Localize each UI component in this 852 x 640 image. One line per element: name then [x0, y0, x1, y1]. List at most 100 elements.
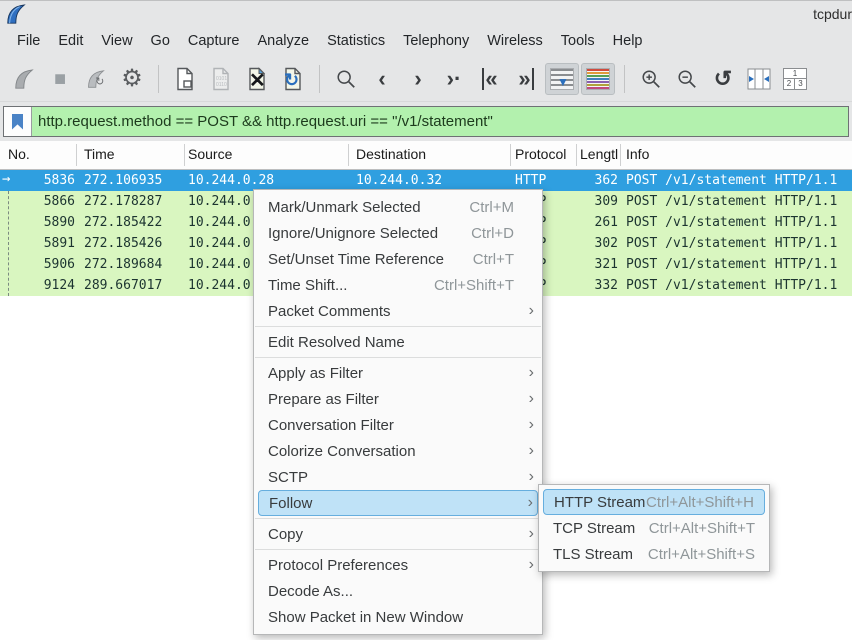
submenu-item-http-stream[interactable]: HTTP StreamCtrl+Alt+Shift+H: [543, 489, 765, 515]
column-header-info[interactable]: Info: [626, 146, 649, 162]
display-filter-input[interactable]: [32, 107, 848, 136]
menu-go[interactable]: Go: [142, 29, 179, 53]
cell-info: POST /v1/statement HTTP/1.1: [626, 257, 837, 272]
menu-help[interactable]: Help: [604, 29, 652, 53]
last-packet-icon: »: [518, 68, 533, 90]
menu-capture[interactable]: Capture: [179, 29, 249, 53]
open-file-button[interactable]: [168, 63, 202, 95]
cell-length: 362: [576, 173, 618, 188]
column-divider[interactable]: [620, 144, 621, 166]
menu-item-copy[interactable]: Copy›: [254, 521, 542, 547]
cell-source: 10.244.0.: [188, 257, 258, 272]
menu-analyze[interactable]: Analyze: [248, 29, 318, 53]
menu-telephony[interactable]: Telephony: [394, 29, 478, 53]
cell-no: 5866: [0, 194, 75, 209]
toolbar-separator: [158, 65, 159, 93]
menu-item-conversation-filter[interactable]: Conversation Filter›: [254, 412, 542, 438]
menu-item-decode-as[interactable]: Decode As...: [254, 578, 542, 604]
cell-destination: 10.244.0.32: [356, 173, 442, 188]
submenu-item-tcp-stream[interactable]: TCP StreamCtrl+Alt+Shift+T: [539, 515, 769, 541]
column-header-length[interactable]: Lengtl: [580, 146, 618, 162]
menu-statistics[interactable]: Statistics: [318, 29, 394, 53]
submenu-item-tls-stream[interactable]: TLS StreamCtrl+Alt+Shift+S: [539, 541, 769, 567]
cell-time: 272.189684: [84, 257, 162, 272]
menu-item-label: Conversation Filter: [268, 417, 394, 434]
menu-bar: File Edit View Go Capture Analyze Statis…: [0, 26, 852, 56]
submenu-arrow-icon: ›: [520, 557, 534, 573]
reload-file-icon: ↻: [282, 67, 304, 91]
capture-options-button[interactable]: ⚙: [115, 63, 149, 95]
first-packet-button[interactable]: «: [473, 63, 507, 95]
menu-wireless[interactable]: Wireless: [478, 29, 552, 53]
menu-item-ignore-unignore[interactable]: Ignore/Unignore SelectedCtrl+D: [254, 220, 542, 246]
column-divider[interactable]: [576, 144, 577, 166]
restart-capture-button[interactable]: ↻: [79, 63, 113, 95]
column-header-protocol[interactable]: Protocol: [515, 146, 566, 162]
auto-scroll-button[interactable]: ▼: [545, 63, 579, 95]
column-header-no[interactable]: No.: [8, 146, 30, 162]
cell-no: 9124: [0, 278, 75, 293]
cell-length: 302: [576, 236, 618, 251]
menu-item-edit-resolved-name[interactable]: Edit Resolved Name: [254, 329, 542, 355]
menu-edit[interactable]: Edit: [49, 29, 92, 53]
menu-file[interactable]: File: [8, 29, 49, 53]
related-packets-dashed-line: [8, 191, 9, 296]
start-capture-button[interactable]: [7, 63, 41, 95]
resize-columns-button[interactable]: [742, 63, 776, 95]
menu-item-protocol-preferences[interactable]: Protocol Preferences›: [254, 552, 542, 578]
column-divider[interactable]: [184, 144, 185, 166]
last-packet-button[interactable]: »: [509, 63, 543, 95]
go-to-packet-icon: ›·: [447, 68, 462, 90]
go-to-packet-button[interactable]: ›·: [437, 63, 471, 95]
find-packet-icon: [335, 68, 357, 90]
submenu-arrow-icon: ›: [520, 469, 534, 485]
close-file-button[interactable]: ✕: [240, 63, 274, 95]
colorize-icon: [586, 68, 610, 90]
zoom-out-button[interactable]: [670, 63, 704, 95]
find-packet-button[interactable]: [329, 63, 363, 95]
zoom-reset-button[interactable]: ↺: [706, 63, 740, 95]
cell-info: POST /v1/statement HTTP/1.1: [626, 278, 837, 293]
go-forward-button[interactable]: ›: [401, 63, 435, 95]
menu-item-time-shift[interactable]: Time Shift...Ctrl+Shift+T: [254, 272, 542, 298]
menu-item-packet-comments[interactable]: Packet Comments›: [254, 298, 542, 324]
menu-item-show-packet-in-new-window[interactable]: Show Packet in New Window: [254, 604, 542, 630]
column-divider[interactable]: [348, 144, 349, 166]
menu-item-colorize-conversation[interactable]: Colorize Conversation›: [254, 438, 542, 464]
menu-item-label: TCP Stream: [553, 520, 635, 537]
column-header-destination[interactable]: Destination: [356, 146, 426, 162]
menu-item-label: Set/Unset Time Reference: [268, 251, 444, 268]
submenu-arrow-icon: ›: [520, 391, 534, 407]
filter-bookmark-button[interactable]: [4, 107, 32, 136]
cell-info: POST /v1/statement HTTP/1.1: [626, 215, 837, 230]
layout-button[interactable]: 123: [778, 63, 812, 95]
menu-item-set-time-reference[interactable]: Set/Unset Time Reference Ctrl+T: [254, 246, 542, 272]
close-file-icon: ✕: [246, 67, 268, 91]
menu-item-apply-as-filter[interactable]: Apply as Filter›: [254, 360, 542, 386]
menu-item-sctp[interactable]: SCTP›: [254, 464, 542, 490]
menu-item-mark-unmark[interactable]: Mark/Unmark SelectedCtrl+M: [254, 194, 542, 220]
column-header-time[interactable]: Time: [84, 146, 115, 162]
column-divider[interactable]: [76, 144, 77, 166]
menu-item-follow[interactable]: Follow›: [258, 490, 538, 516]
go-forward-icon: ›: [414, 68, 421, 90]
menu-view[interactable]: View: [92, 29, 141, 53]
cell-length: 261: [576, 215, 618, 230]
packet-row-selected[interactable]: → 5836 272.106935 10.244.0.28 10.244.0.3…: [0, 170, 852, 191]
go-back-button[interactable]: ‹: [365, 63, 399, 95]
column-header-source[interactable]: Source: [188, 146, 232, 162]
menu-item-prepare-as-filter[interactable]: Prepare as Filter›: [254, 386, 542, 412]
column-divider[interactable]: [510, 144, 511, 166]
menu-item-shortcut: Ctrl+T: [473, 251, 514, 268]
svg-text:↻: ↻: [95, 75, 104, 87]
menu-tools[interactable]: Tools: [552, 29, 604, 53]
cell-time: 272.185422: [84, 215, 162, 230]
cell-no: 5836: [0, 173, 75, 188]
zoom-in-button[interactable]: [634, 63, 668, 95]
save-file-button[interactable]: 01010110: [204, 63, 238, 95]
title-bar: tcpdur: [0, 0, 852, 26]
reload-file-button[interactable]: ↻: [276, 63, 310, 95]
menu-item-label: Apply as Filter: [268, 365, 363, 382]
stop-capture-button[interactable]: ■: [43, 63, 77, 95]
colorize-button[interactable]: [581, 63, 615, 95]
